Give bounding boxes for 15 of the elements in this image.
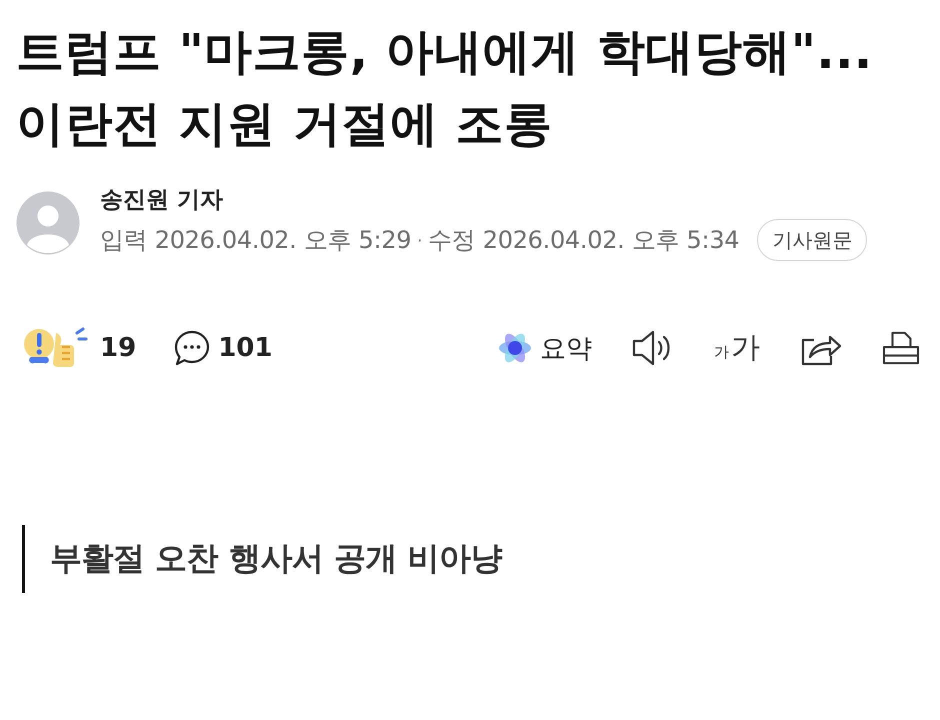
sparkle-icon	[498, 331, 532, 365]
comments-button[interactable]: 101	[174, 330, 272, 366]
print-icon[interactable]	[882, 331, 920, 365]
modified-date: 수정 2026.04.02. 오후 5:34	[428, 225, 740, 256]
avatar-icon	[16, 190, 80, 254]
article-headline: 트럼프 "마크롱, 아내에게 학대당해"... 이란전 지원 거절에 조롱	[16, 23, 874, 154]
subheading: 부활절 오찬 행사서 공개 비아냥	[50, 539, 502, 577]
publish-date: 입력 2026.04.02. 오후 5:29	[100, 225, 412, 256]
comment-icon	[174, 330, 210, 366]
reporter-name[interactable]: 송진원 기자	[100, 184, 224, 215]
summary-button[interactable]: 요약	[498, 330, 592, 366]
font-size-button[interactable]: 가 가	[714, 328, 760, 368]
reaction-button[interactable]: 19	[22, 327, 136, 369]
separator-dot: ·	[417, 230, 422, 250]
original-article-button[interactable]: 기사원문	[757, 219, 868, 261]
